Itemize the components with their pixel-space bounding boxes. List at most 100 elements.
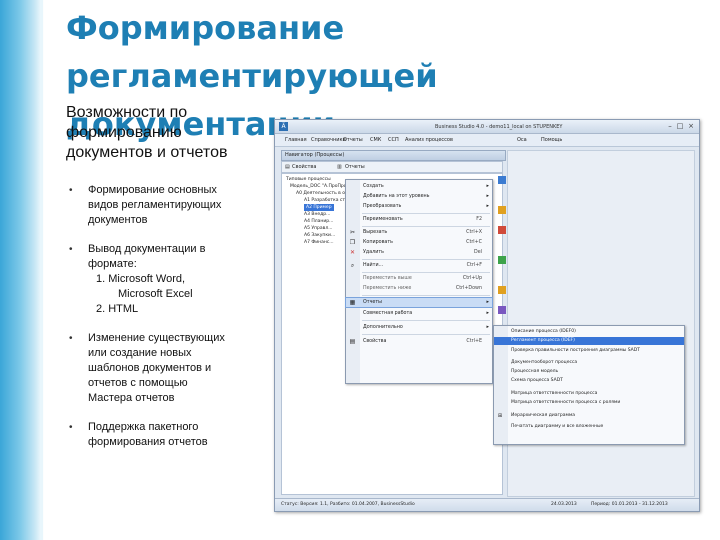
navigator-header: Навигатор (Процессы) [281,150,506,161]
tree-node[interactable]: А3 Внедр... [304,211,330,218]
find-icon: ⌕ [350,262,355,269]
bullet-list: Формирование основных видов регламентиру… [66,183,266,450]
tree-node[interactable]: А7 Финанс... [304,239,334,246]
format-html: 2. HTML [96,303,139,315]
menu-item-convert[interactable]: Преобразовать ▸ [346,202,492,211]
tree-node[interactable]: Типовые процессы [286,176,331,183]
reports-icon: ▦ [349,299,356,306]
subheading-line: формированию [66,124,182,141]
tree-node-selected[interactable]: А2 Пример [304,204,334,211]
report-item[interactable]: Матрица ответственности процесса с ролям… [494,399,684,407]
report-item-selected[interactable]: Регламент процесса (IDEF) [494,337,684,345]
bullet-line: шаблонов документов и [88,362,212,374]
toolbar-icon[interactable] [498,226,506,234]
report-item[interactable]: Матрица ответственности процесса [494,390,684,398]
menu-item-properties[interactable]: ▤ Свойства Ctrl+E [346,337,492,346]
menu-item-copy[interactable]: ❐ Копировать Ctrl+C [346,238,492,247]
menu-item-find[interactable]: ⌕ Найти... Ctrl+F [346,261,492,270]
bullet-line: Формирование основных [88,184,217,196]
format-word-excel-cont: Microsoft Excel [118,288,193,300]
report-item[interactable]: Схема процесса SADT [494,377,684,385]
menu-item-help[interactable]: Помощь [541,137,562,143]
navigator-toolbar: ▤ Свойства ▥ Отчеты [281,161,503,173]
menu-item-reports[interactable]: ▦ Отчеты ▸ [345,297,493,308]
bullet-line: Поддержка пакетного [88,421,199,433]
bullet-line: Вывод документации в [88,243,206,255]
maximize-icon[interactable]: □ [675,122,685,130]
reports-icon[interactable]: ▥ [337,162,342,172]
report-item[interactable]: ⊞ Иерархическая диаграмма [494,412,684,420]
toolbar-icon[interactable] [498,176,506,184]
window-title: Business Studio 4.0 - demo11_local on ST… [435,124,563,130]
menu-item-cut[interactable]: ✂ Вырезать Ctrl+X [346,228,492,237]
app-logo-icon: Ä [279,122,288,131]
window-titlebar: Ä Business Studio 4.0 - demo11_local on … [275,120,699,134]
tree-node[interactable]: А6 Закупки... [304,232,335,239]
status-date: 24.03.2013 [551,502,577,507]
report-item[interactable]: Описание процесса (IDEF0) [494,328,684,336]
toolbar-icon[interactable] [498,206,506,214]
title-line: Формирование [66,9,345,47]
menu-item-move-up[interactable]: Переместить выше Ctrl+Up [346,274,492,283]
bullet-line: отчетов с помощью [88,377,188,389]
toolbar-icon[interactable] [498,256,506,264]
hierarchy-icon: ⊞ [497,413,503,419]
menu-item-create[interactable]: Создать ▸ [346,182,492,191]
tree-node[interactable]: А5 Управл... [304,225,333,232]
minimize-icon[interactable]: – [665,122,675,130]
bullet-line: видов регламентирующих [88,199,222,211]
menu-item-delete[interactable]: ✕ Удалить Del [346,248,492,257]
tree-node[interactable]: А4 Планир... [304,218,333,225]
menu-item-view[interactable]: Оса [517,137,527,143]
bullet-line: формирования отчетов [88,436,208,448]
menu-separator [362,334,490,335]
bullet-item: Изменение существующих или создание новы… [66,331,266,406]
report-item[interactable]: Документооборот процесса [494,359,684,367]
menu-separator [362,272,490,273]
menu-separator [362,213,490,214]
properties-button[interactable]: Свойства [292,162,316,172]
report-item[interactable]: Процессная модель [494,368,684,376]
toolbar-icon[interactable] [498,306,506,314]
menu-item-references[interactable]: Справочники [311,137,346,143]
subheading: Возможности по формированию документов и… [66,103,266,163]
bullet-line: формате: [88,258,137,270]
bullet-item: Поддержка пакетного формирования отчетов [66,420,266,450]
bullet-line: документов [88,214,148,226]
menu-item-rename[interactable]: Переименовать F2 [346,215,492,224]
menu-item-reports[interactable]: Отчеты [343,137,363,143]
navigator-title: Навигатор (Процессы) [285,152,345,158]
menu-item-add-same-level[interactable]: Добавить на этот уровень ▸ [346,192,492,201]
app-screenshot-window: Ä Business Studio 4.0 - demo11_local on … [274,119,700,512]
report-item[interactable]: Проверка правильности построения диаграм… [494,347,684,355]
menu-item-qms[interactable]: СМК [370,137,381,143]
toolbar-icon[interactable] [498,286,506,294]
report-item[interactable]: Печатать диаграмму и все вложенные [494,423,684,431]
scissors-icon: ✂ [349,229,356,236]
subheading-line: Возможности по [66,104,188,121]
slide-text-column: Возможности по формированию документов и… [66,103,266,464]
bullet-line: Мастера отчетов [88,392,175,404]
menu-separator [362,259,490,260]
close-icon[interactable]: × [686,122,696,130]
status-bar: Статус: Версия: 1.1, Разбито: 01.04.2007… [275,498,699,511]
status-period: Период: 01.01.2013 - 31.12.2013 [591,502,668,507]
subheading-line: документов и отчетов [66,144,228,161]
reports-button[interactable]: Отчеты [345,162,365,172]
menu-separator [362,226,490,227]
properties-icon: ▤ [349,338,356,345]
menu-item-process-analysis[interactable]: Анализ процессов [405,137,453,143]
format-word-excel: 1. Microsoft Word, [96,273,186,285]
menu-separator [362,295,490,296]
menu-item-additional[interactable]: Дополнительно ▸ [346,323,492,332]
reports-submenu: Описание процесса (IDEF0) Регламент проц… [493,325,685,445]
menu-item-home[interactable]: Главная [285,137,307,143]
copy-icon: ❐ [349,239,356,246]
bullet-line: Изменение существующих [88,332,225,344]
menu-item-bsc[interactable]: ССП [388,137,399,143]
menu-separator [362,320,490,321]
context-menu: Создать ▸ Добавить на этот уровень ▸ Преоб… [345,179,493,384]
properties-icon[interactable]: ▤ [285,162,290,172]
menu-item-move-down[interactable]: Переместить ниже Ctrl+Down [346,284,492,293]
menu-item-collaboration[interactable]: Совместная работа ▸ [346,309,492,318]
